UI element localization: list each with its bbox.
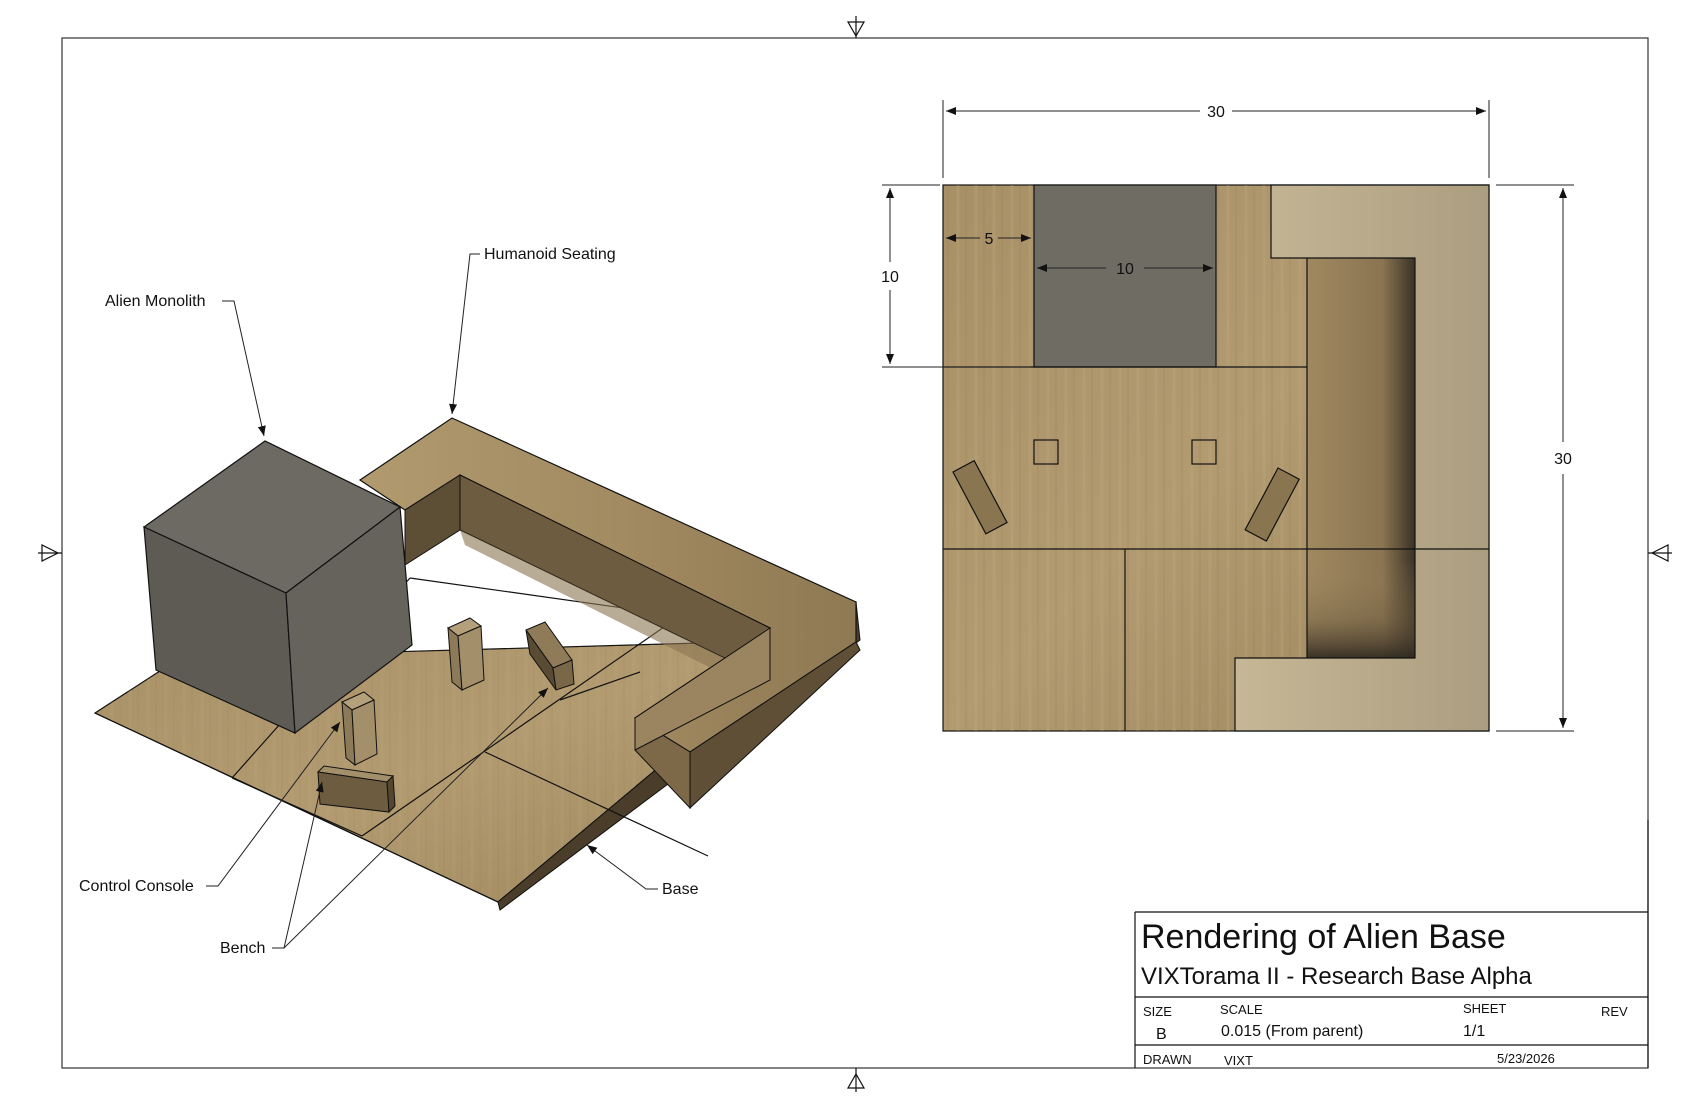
dimension-overall-height: 30 — [1496, 184, 1574, 732]
dimension-overall-height-value: 30 — [1554, 451, 1572, 468]
size-label: SIZE — [1143, 1004, 1172, 1019]
date-value: 5/23/2026 — [1497, 1051, 1555, 1066]
scale-value: 0.015 (From parent) — [1221, 1023, 1363, 1040]
center-mark-right — [1648, 544, 1672, 562]
sheet-label: SHEET — [1463, 1001, 1506, 1016]
drawing-subtitle: VIXTorama II - Research Base Alpha — [1141, 963, 1533, 990]
callout-humanoid-seating-label: Humanoid Seating — [484, 246, 616, 263]
center-mark-left — [38, 544, 62, 562]
scale-label: SCALE — [1220, 1002, 1263, 1017]
dimension-monolith-depth-value: 10 — [881, 269, 899, 286]
dimension-monolith-offset-value: 5 — [985, 231, 994, 248]
dimension-overall-width-value: 30 — [1207, 104, 1225, 121]
rev-label: REV — [1601, 1004, 1628, 1019]
drawing-sheet: Alien Monolith Humanoid Seating Control … — [38, 16, 1672, 1092]
drawn-label: DRAWN — [1143, 1052, 1192, 1067]
center-mark-bottom — [846, 1068, 866, 1092]
center-mark-top — [846, 16, 866, 38]
callout-humanoid-seating: Humanoid Seating — [449, 246, 616, 415]
callout-bench-label: Bench — [220, 940, 265, 957]
isometric-view — [93, 417, 861, 911]
iso-control-console-1 — [447, 617, 485, 692]
callout-base: Base — [586, 844, 699, 898]
top-view-seating-inner-recess-bottom — [1307, 560, 1415, 658]
callout-base-label: Base — [662, 881, 699, 898]
callout-control-console-label: Control Console — [79, 878, 194, 895]
drawing-title: Rendering of Alien Base — [1141, 918, 1506, 956]
callout-alien-monolith: Alien Monolith — [105, 293, 266, 437]
sheet-value: 1/1 — [1463, 1023, 1485, 1040]
drawn-value: VIXT — [1224, 1053, 1253, 1068]
top-view — [942, 184, 1490, 732]
iso-control-console-2 — [341, 691, 378, 767]
dimension-monolith-width-value: 10 — [1116, 261, 1134, 278]
dimension-overall-width: 30 — [942, 100, 1490, 178]
title-block: Rendering of Alien Base VIXTorama II - R… — [1134, 820, 1649, 1068]
callout-alien-monolith-label: Alien Monolith — [105, 293, 206, 310]
size-value: B — [1156, 1026, 1167, 1043]
